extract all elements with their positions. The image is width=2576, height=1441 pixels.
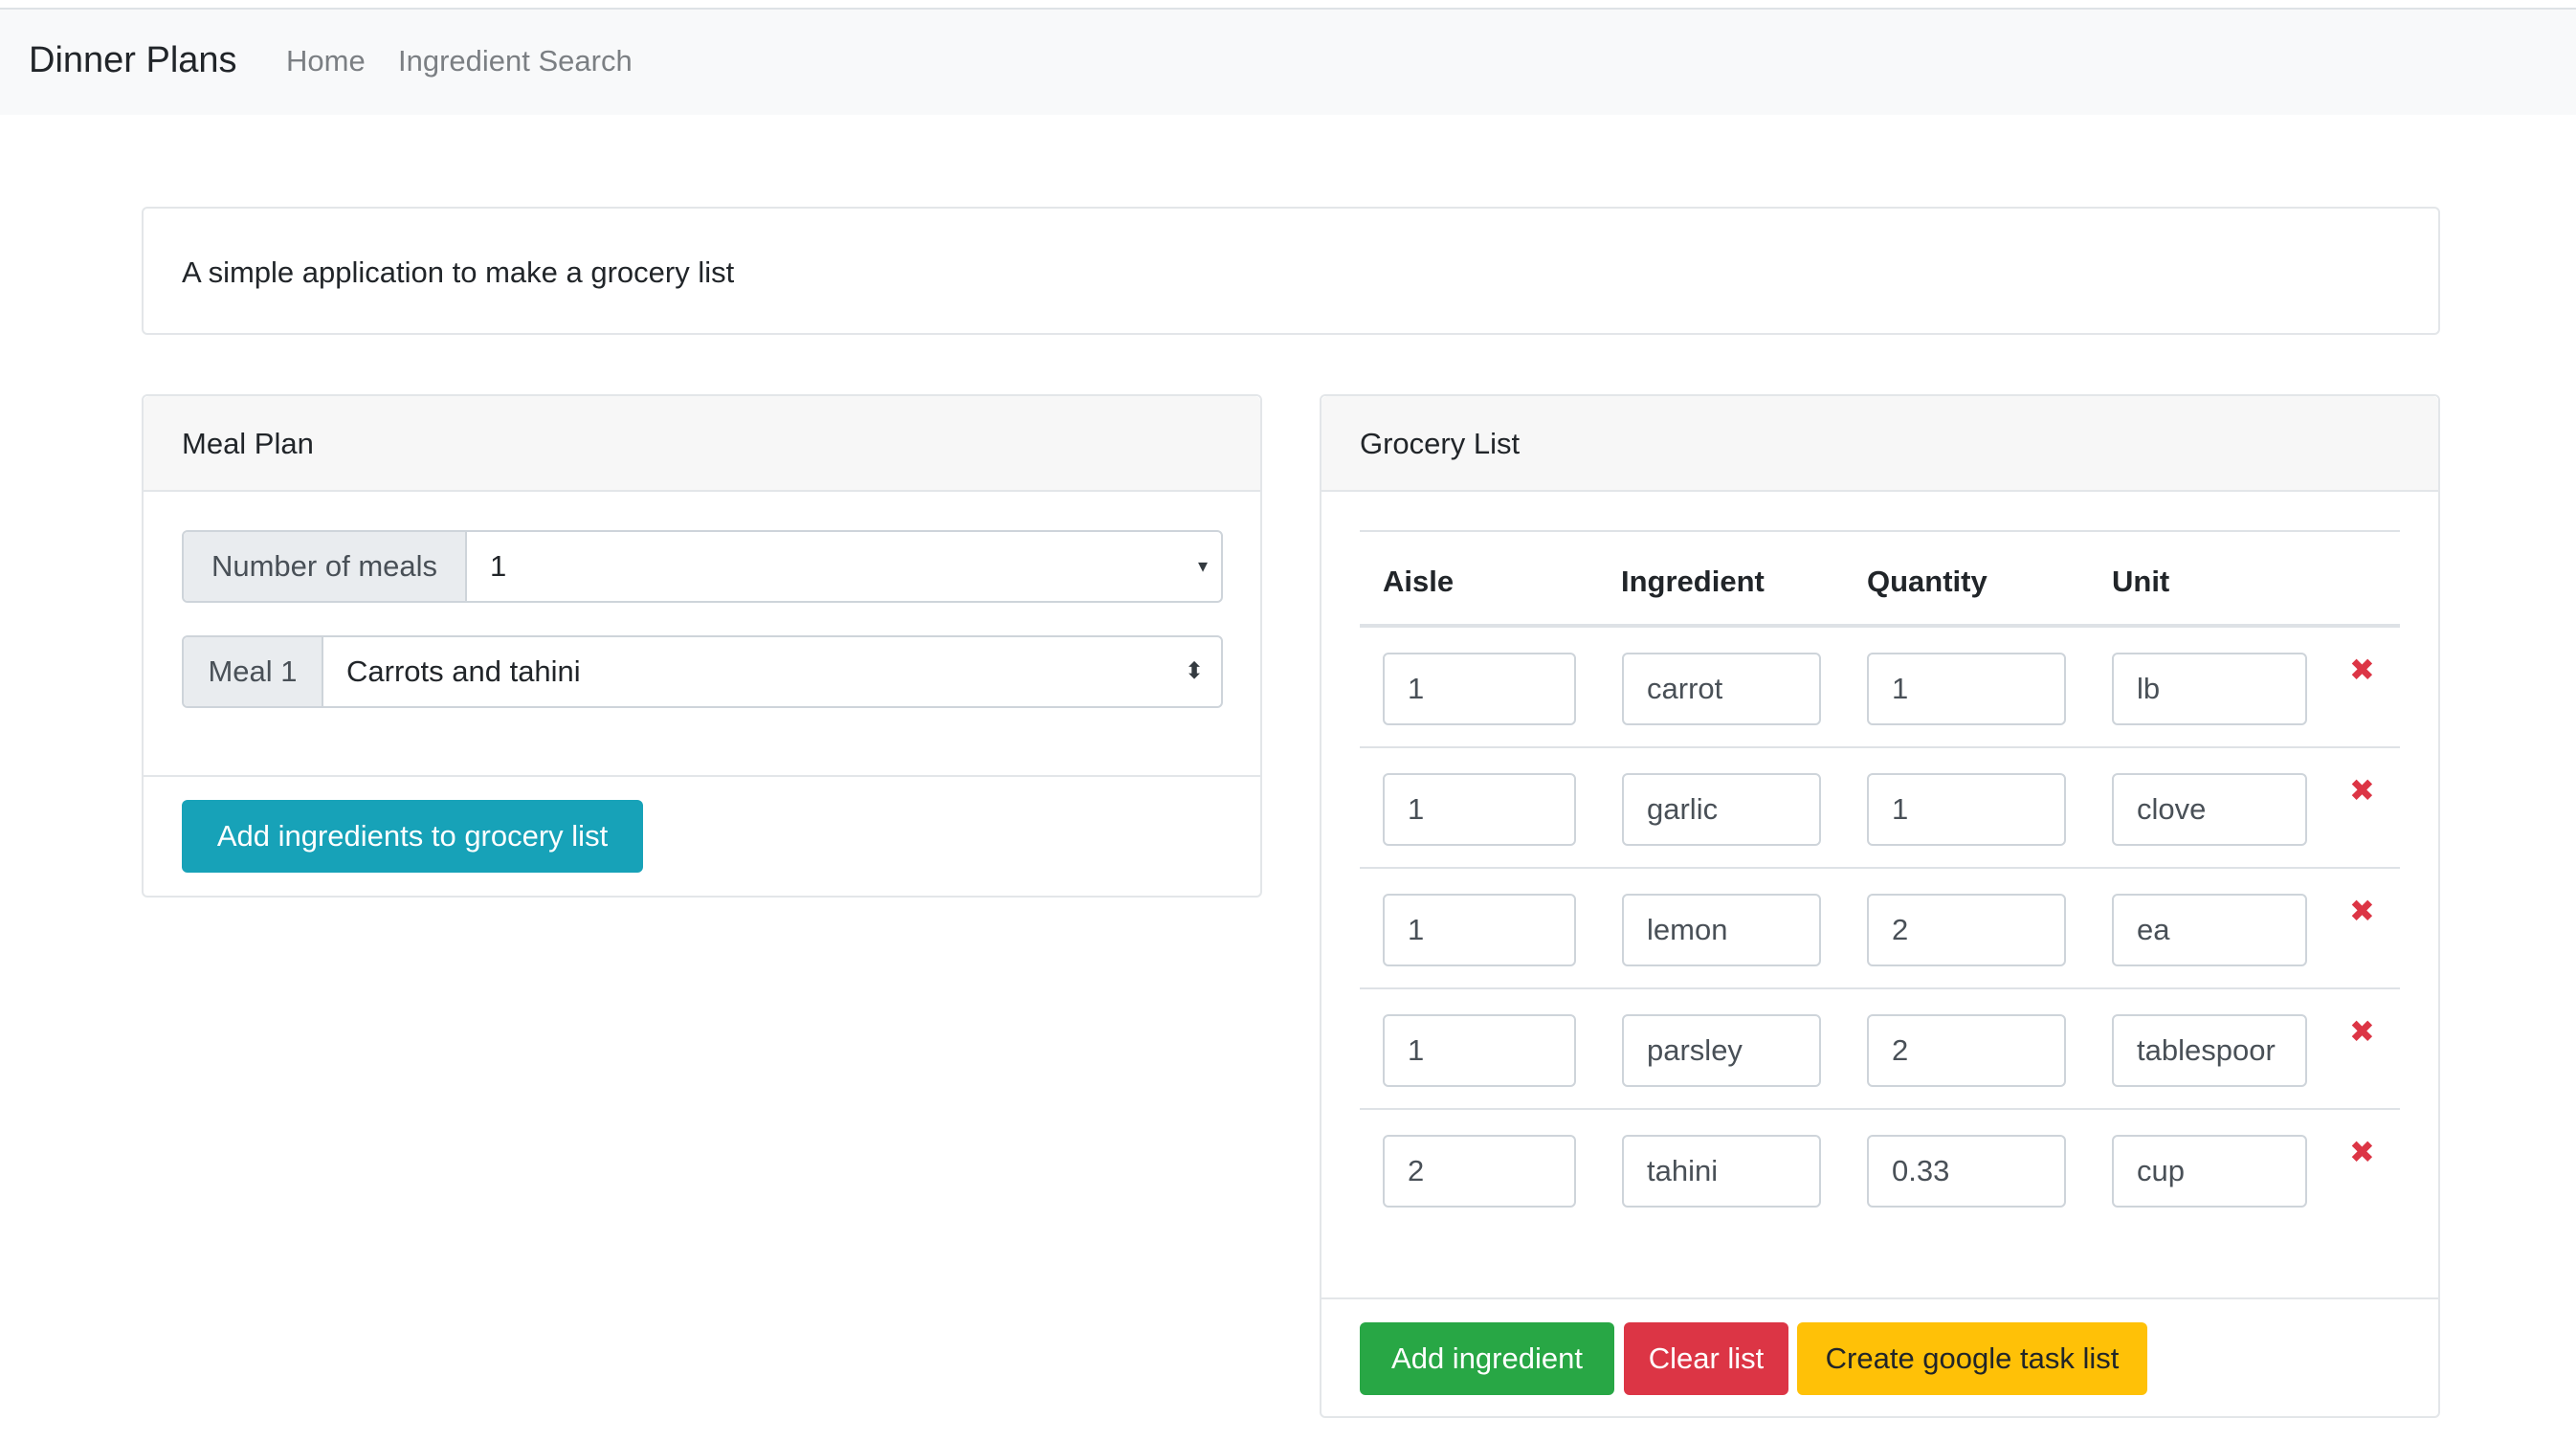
- number-of-meals-value: 1: [490, 549, 507, 583]
- table-row: 1 carrot 1 lb ✖: [1360, 628, 2400, 748]
- caret-down-icon: ▾: [1197, 556, 1208, 577]
- unit-input[interactable]: ea: [2112, 894, 2307, 966]
- intro-text: A simple application to make a grocery l…: [182, 255, 735, 289]
- unit-input[interactable]: cup: [2112, 1135, 2307, 1208]
- number-of-meals-label: Number of meals: [184, 532, 467, 601]
- aisle-input[interactable]: 2: [1383, 1135, 1576, 1208]
- meal-plan-card: Meal Plan Number of meals 1 ▾ Meal 1 Car…: [142, 394, 1262, 898]
- grocery-list-card: Grocery List Aisle Ingredient Quantity U…: [1320, 394, 2440, 1418]
- aisle-input[interactable]: 1: [1383, 773, 1576, 846]
- meal-1-label: Meal 1: [184, 637, 323, 706]
- unit-input[interactable]: lb: [2112, 653, 2307, 725]
- table-row: 1 garlic 1 clove ✖: [1360, 748, 2400, 869]
- create-google-task-list-button[interactable]: Create google task list: [1797, 1322, 2147, 1395]
- table-top-border: [1360, 530, 2400, 532]
- meal-1-select[interactable]: Meal 1 Carrots and tahini ⬍: [182, 635, 1223, 708]
- meal-plan-footer: [144, 775, 1260, 777]
- delete-row-icon[interactable]: ✖: [2349, 1137, 2375, 1167]
- intro-card: A simple application to make a grocery l…: [142, 207, 2440, 335]
- navbar: Dinner Plans Home Ingredient Search: [0, 10, 2576, 115]
- unit-input[interactable]: clove: [2112, 773, 2307, 846]
- meal-plan-title: Meal Plan: [182, 427, 314, 460]
- quantity-input[interactable]: 1: [1867, 773, 2066, 846]
- table-row: 1 parsley 2 tablespoor ✖: [1360, 989, 2400, 1110]
- delete-row-icon[interactable]: ✖: [2349, 775, 2375, 806]
- number-of-meals-select[interactable]: Number of meals 1 ▾: [182, 530, 1223, 603]
- window-top-border: [0, 0, 2576, 10]
- add-ingredients-to-grocery-list-button[interactable]: Add ingredients to grocery list: [182, 800, 643, 873]
- grocery-list-title: Grocery List: [1360, 427, 1521, 460]
- ingredient-input[interactable]: lemon: [1622, 894, 1821, 966]
- brand-link[interactable]: Dinner Plans: [29, 42, 237, 78]
- grocery-list-header: Grocery List: [1321, 396, 2438, 492]
- quantity-input[interactable]: 2: [1867, 1014, 2066, 1087]
- aisle-input[interactable]: 1: [1383, 894, 1576, 966]
- ingredient-input[interactable]: tahini: [1622, 1135, 1821, 1208]
- quantity-input[interactable]: 1: [1867, 653, 2066, 725]
- delete-row-icon[interactable]: ✖: [2349, 654, 2375, 685]
- updown-arrows-icon: ⬍: [1184, 658, 1204, 684]
- column-header-quantity: Quantity: [1867, 565, 1988, 598]
- ingredient-input[interactable]: carrot: [1622, 653, 1821, 725]
- nav-link-ingredient-search[interactable]: Ingredient Search: [398, 46, 633, 76]
- meal-1-value: Carrots and tahini: [346, 654, 581, 688]
- table-row: 2 tahini 0.33 cup ✖: [1360, 1110, 2400, 1230]
- delete-row-icon[interactable]: ✖: [2349, 896, 2375, 926]
- column-header-aisle: Aisle: [1383, 565, 1455, 598]
- column-header-unit: Unit: [2112, 565, 2170, 598]
- aisle-input[interactable]: 1: [1383, 653, 1576, 725]
- column-header-ingredient: Ingredient: [1621, 565, 1765, 598]
- delete-row-icon[interactable]: ✖: [2349, 1016, 2375, 1047]
- clear-list-button[interactable]: Clear list: [1624, 1322, 1788, 1395]
- unit-input[interactable]: tablespoor: [2112, 1014, 2307, 1087]
- ingredient-input[interactable]: garlic: [1622, 773, 1821, 846]
- aisle-input[interactable]: 1: [1383, 1014, 1576, 1087]
- add-ingredient-button[interactable]: Add ingredient: [1360, 1322, 1614, 1395]
- ingredient-input[interactable]: parsley: [1622, 1014, 1821, 1087]
- table-row: 1 lemon 2 ea ✖: [1360, 869, 2400, 989]
- grocery-list-footer: [1321, 1297, 2438, 1299]
- quantity-input[interactable]: 0.33: [1867, 1135, 2066, 1208]
- nav-link-home[interactable]: Home: [286, 46, 366, 76]
- meal-plan-header: Meal Plan: [144, 396, 1260, 492]
- quantity-input[interactable]: 2: [1867, 894, 2066, 966]
